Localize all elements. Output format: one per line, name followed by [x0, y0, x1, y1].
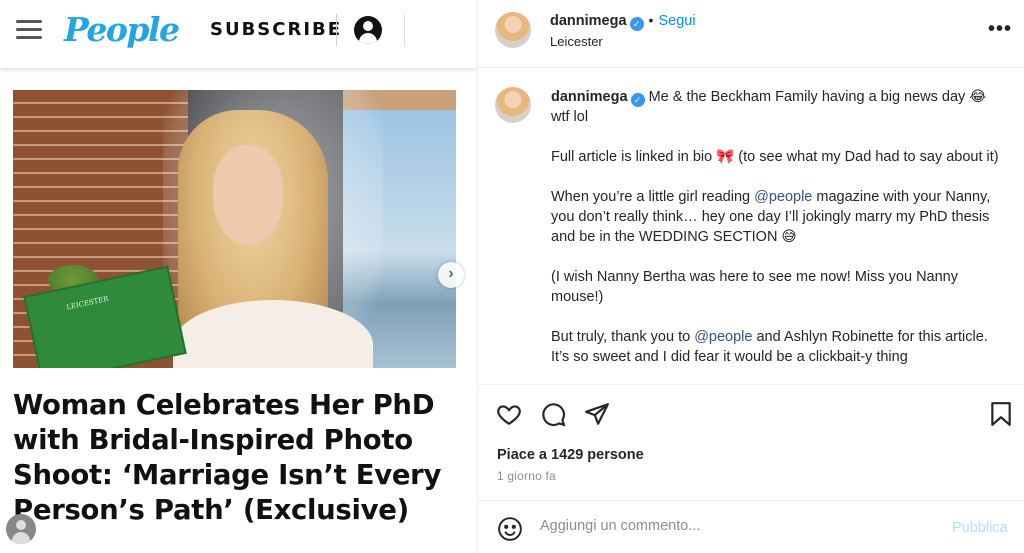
header-user-line: dannimega ✓ • Segui	[550, 12, 696, 31]
account-icon[interactable]	[354, 16, 382, 44]
share-icon[interactable]	[584, 401, 610, 427]
article-photo: LEICESTER	[13, 90, 456, 368]
mention-link[interactable]: @people	[694, 329, 752, 345]
follow-button[interactable]: Segui	[658, 13, 695, 29]
header-divider	[336, 14, 337, 46]
separator-dot: •	[648, 12, 654, 28]
caption-paragraph: But truly, thank you to @people and Ashl…	[551, 327, 999, 367]
caption-avatar[interactable]	[495, 87, 531, 123]
caption-username[interactable]: dannimega	[551, 89, 628, 105]
post-location[interactable]: Leicester	[550, 34, 603, 49]
comment-bar: Pubblica	[478, 500, 1024, 553]
caption-text: Full article is linked in bio	[551, 149, 717, 165]
caption-text: But truly, thank you to	[551, 329, 695, 345]
emoji-smile-icon[interactable]	[497, 516, 523, 542]
header-divider	[404, 14, 405, 46]
hamburger-menu-icon[interactable]	[16, 20, 42, 40]
caption-scroll-area[interactable]: dannimega ✓ Me & the Beckham Family havin…	[478, 69, 1024, 384]
publish-button[interactable]: Pubblica	[952, 520, 1008, 536]
post-caption: dannimega ✓ Me & the Beckham Family havin…	[551, 87, 999, 384]
caption-text: wtf lol	[551, 109, 589, 125]
more-options-icon[interactable]: •••	[988, 18, 1012, 41]
caption-paragraph: (I wish Nanny Bertha was here to see me …	[551, 269, 958, 305]
caption-text: Me & the Beckham Family having a big new…	[644, 89, 970, 105]
subscribe-button[interactable]: SUBSCRIBE	[210, 19, 342, 40]
verified-badge-icon: ✓	[629, 17, 644, 31]
comment-input[interactable]	[540, 518, 920, 534]
user-avatar-icon[interactable]	[6, 514, 36, 544]
caption-paragraph: dannimega ✓ Me & the Beckham Family havin…	[551, 87, 999, 127]
laughing-emoji-icon: 😂	[969, 89, 987, 105]
thesis-label: LEICESTER	[65, 294, 110, 312]
instagram-post-panel: dannimega ✓ • Segui Leicester ••• dannimega…	[477, 0, 1024, 553]
heart-icon[interactable]	[496, 401, 522, 427]
caption-text: (to see what my Dad had to say about it)	[734, 149, 999, 165]
grinning-sweat-emoji-icon: 😅	[781, 229, 797, 245]
ribbon-emoji-icon: 🎀	[716, 149, 735, 165]
article-headline[interactable]: Woman Celebrates Her PhD with Bridal-Ins…	[13, 388, 463, 528]
caption-paragraph: When you’re a little girl reading @peopl…	[551, 187, 999, 247]
post-actions: Piace a 1429 persone 1 giorno fa	[478, 384, 1024, 500]
likes-count[interactable]: Piace a 1429 persone	[497, 447, 644, 463]
post-header: dannimega ✓ • Segui Leicester •••	[478, 0, 1024, 68]
post-timestamp[interactable]: 1 giorno fa	[497, 469, 556, 483]
caption-paragraph: Full article is linked in bio 🎀 (to see …	[551, 147, 999, 167]
people-article-panel: People SUBSCRIBE LEICESTER › Woman Celeb…	[0, 0, 477, 553]
people-logo[interactable]: People	[64, 10, 180, 49]
people-site-header: People SUBSCRIBE	[0, 0, 477, 68]
comment-icon[interactable]	[540, 401, 566, 427]
mention-link[interactable]: @people	[754, 189, 812, 205]
carousel-next-icon[interactable]: ›	[438, 262, 464, 288]
bookmark-icon[interactable]	[988, 401, 1014, 427]
profile-avatar[interactable]	[495, 12, 531, 48]
verified-badge-icon: ✓	[630, 93, 645, 107]
header-username[interactable]: dannimega	[550, 13, 627, 29]
caption-text: When you’re a little girl reading	[551, 189, 755, 205]
